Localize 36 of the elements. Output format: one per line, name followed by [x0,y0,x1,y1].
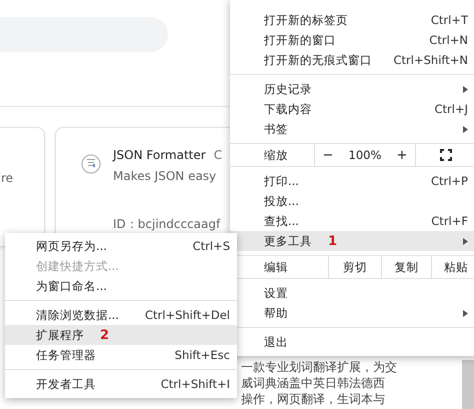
fullscreen-icon[interactable] [440,149,452,161]
extension-name-tail: C [214,148,222,162]
menu-item[interactable]: 查找... Ctrl+F [230,211,474,231]
menu-item[interactable]: 打开新的标签页 Ctrl+T [230,10,474,30]
menu-item[interactable]: 下载内容 Ctrl+J [230,99,474,119]
menu-item[interactable]: 书签 [230,119,474,139]
menu-item[interactable]: 扩展程序 2 [5,325,237,345]
menu-item[interactable]: 打开新的无痕式窗口 Ctrl+Shift+N [230,50,474,70]
extension-icon [81,154,101,174]
submenu-arrow-icon [463,310,468,316]
description-text: 操作，网页翻译，生词本与 [241,391,386,407]
scrollbar[interactable] [462,360,474,409]
menu-item[interactable]: 打印... Ctrl+P [230,171,474,191]
menu-item[interactable]: 打开新的窗口 Ctrl+N [230,30,474,50]
menu-item[interactable]: 投放... [230,191,474,211]
annotation-number: 2 [100,328,110,342]
submenu-arrow-icon [463,86,468,92]
zoom-label: 缩放 [264,148,289,162]
menu-item[interactable]: 任务管理器 Shift+Esc [5,345,237,365]
extension-description: Makes JSON easy [113,169,218,183]
extension-name: JSON Formatter [113,148,206,162]
extension-description: re [1,171,14,185]
edit-label: 编辑 [264,260,289,274]
extension-id: ID：bcjindcccaagf [113,216,222,233]
zoom-in-button[interactable]: + [396,148,408,162]
menu-item[interactable]: 历史记录 [230,79,474,99]
description-text: 威词典涵盖中英日韩法德西 [241,375,386,391]
zoom-out-button[interactable]: − [322,148,334,162]
menu-item[interactable]: 开发者工具 Ctrl+Shift+I [5,374,237,394]
description-text: 一款专业划词翻译扩展，为交 [241,359,397,375]
menu-item[interactable]: 为窗口命名... [5,276,237,296]
submenu-arrow-icon [463,126,468,132]
zoom-value: 100% [348,148,382,162]
menu-item[interactable]: 更多工具 1 [230,231,474,251]
annotation-number: 1 [328,234,338,248]
submenu-arrow-icon [463,238,468,244]
